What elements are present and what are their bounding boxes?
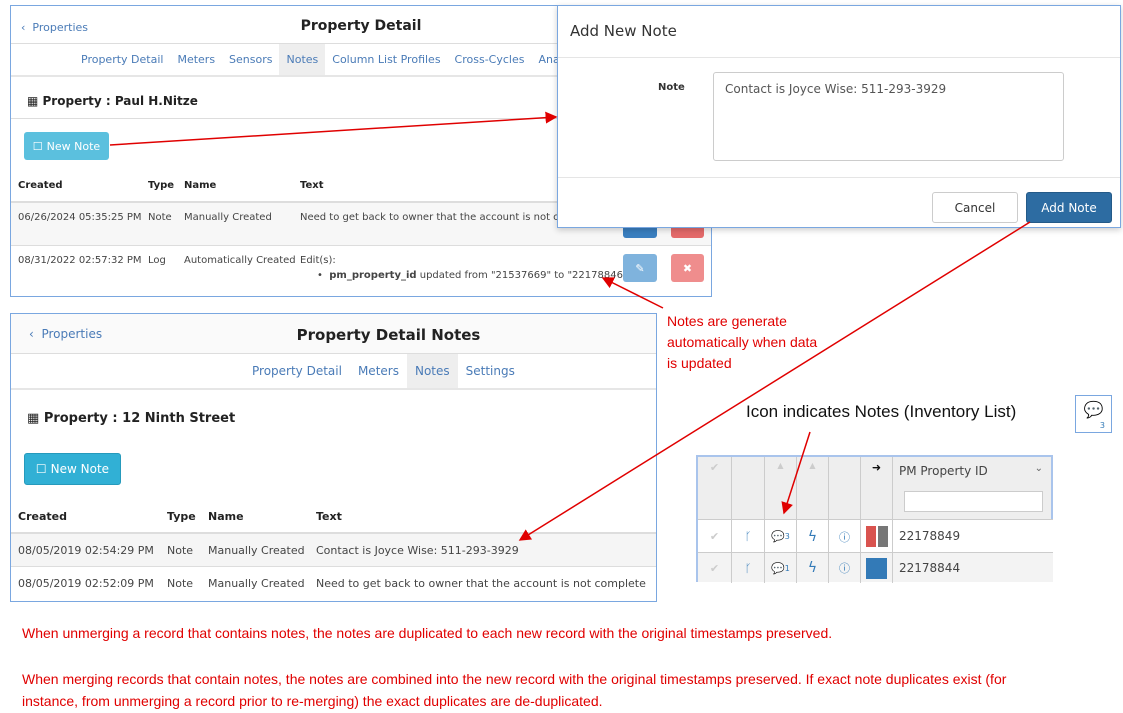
arrow-new-note	[109, 111, 558, 146]
arrow-icon	[781, 431, 811, 515]
arrow-auto-notes	[601, 277, 664, 309]
arrow-add-note	[518, 221, 1031, 541]
annotation-arrows	[109, 111, 1031, 541]
